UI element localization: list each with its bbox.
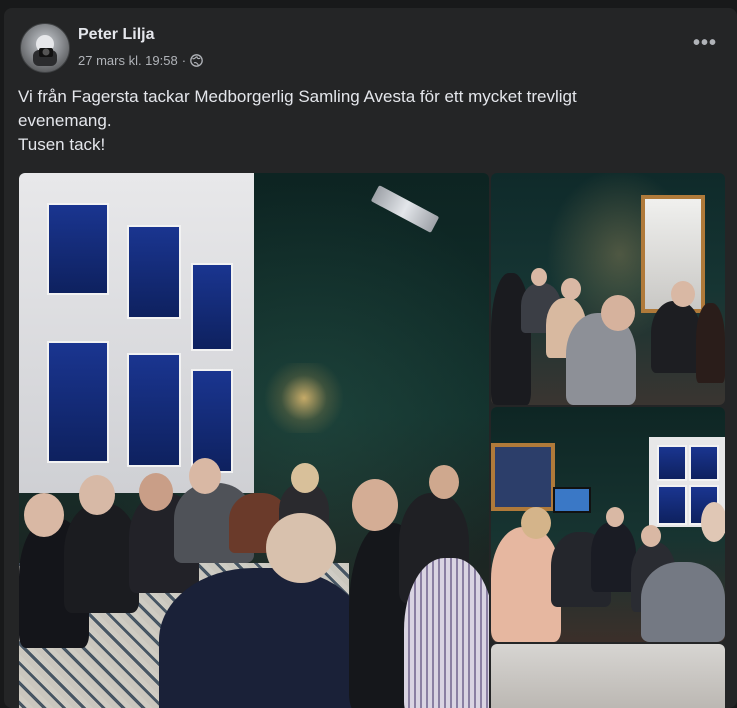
- author-name[interactable]: Peter Lilja: [78, 26, 154, 44]
- avatar-photo: [33, 35, 57, 66]
- meta-separator: ·: [181, 53, 187, 68]
- post-text-line: Tusen tack!: [18, 135, 106, 154]
- globe-icon: [190, 54, 203, 67]
- post-text-line: evenemang.: [18, 111, 112, 130]
- photo-middle-right[interactable]: [491, 407, 725, 642]
- more-options-button[interactable]: •••: [693, 33, 717, 58]
- avatar[interactable]: [20, 23, 70, 73]
- window-frame: [19, 173, 254, 493]
- photo-main[interactable]: [19, 173, 489, 708]
- post-meta: 27 mars kl. 19:58 ·: [78, 53, 203, 68]
- post-timestamp[interactable]: 27 mars kl. 19:58: [78, 53, 178, 68]
- photo-bottom-right[interactable]: [491, 644, 725, 708]
- wall-light: [259, 363, 349, 433]
- post-card: Peter Lilja 27 mars kl. 19:58 · ••• Vi f…: [4, 8, 737, 708]
- post-text-line: Vi från Fagersta tackar Medborgerlig Sam…: [18, 87, 577, 106]
- post-text: Vi från Fagersta tackar Medborgerlig Sam…: [18, 85, 698, 157]
- photo-top-right[interactable]: [491, 173, 725, 405]
- ceiling-lamp: [370, 185, 440, 233]
